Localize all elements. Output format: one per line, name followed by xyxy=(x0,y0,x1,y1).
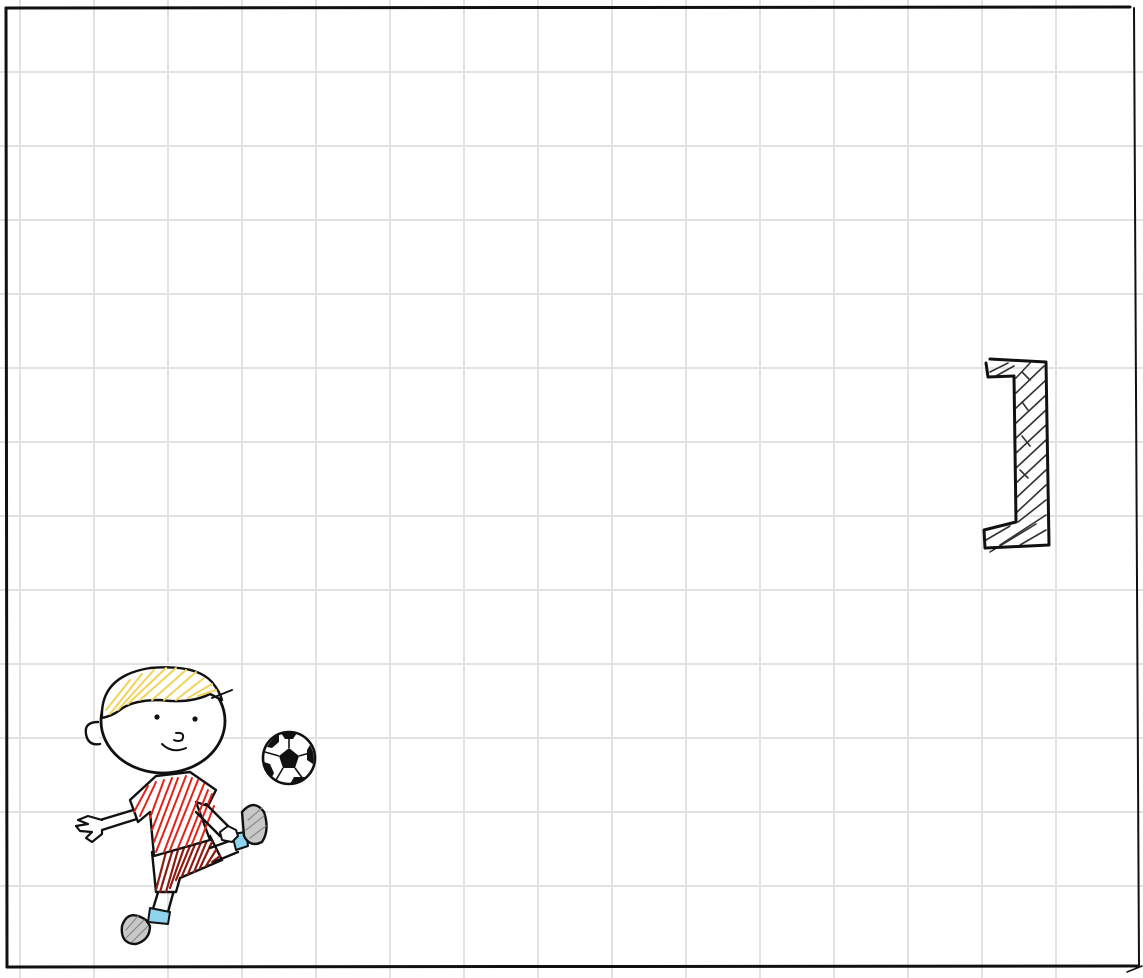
game-stage xyxy=(0,0,1143,978)
soccer-ball[interactable] xyxy=(261,730,317,786)
soccer-ball-icon xyxy=(261,730,317,786)
playing-field xyxy=(0,0,1143,978)
